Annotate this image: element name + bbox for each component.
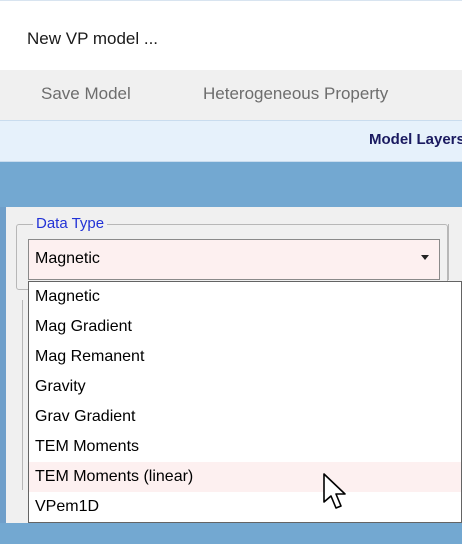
dropdown-option-magnetic[interactable]: Magnetic xyxy=(29,282,461,312)
data-type-label: Data Type xyxy=(33,215,108,232)
dropdown-option-mag-remanent[interactable]: Mag Remanent xyxy=(29,342,461,372)
dropdown-option-vpem1d[interactable]: VPem1D xyxy=(29,492,461,522)
window-titlebar: New VP model ... xyxy=(0,0,462,70)
heterogeneous-property-menu-item[interactable]: Heterogeneous Property xyxy=(203,84,388,104)
data-type-selected-value: Magnetic xyxy=(35,250,100,267)
window-title: New VP model ... xyxy=(27,29,159,48)
menubar: Save Model Heterogeneous Property xyxy=(0,70,462,120)
section-header-bar xyxy=(0,162,462,207)
tab-model-layers[interactable]: Model Layers xyxy=(369,131,462,148)
dropdown-option-mag-gradient[interactable]: Mag Gradient xyxy=(29,312,461,342)
chevron-down-icon[interactable] xyxy=(421,255,429,260)
data-type-dropdown-list[interactable]: Magnetic Mag Gradient Mag Remanent Gravi… xyxy=(28,281,462,523)
groupbox-divider xyxy=(448,224,449,280)
dropdown-option-gravity[interactable]: Gravity xyxy=(29,372,461,402)
data-type-combobox[interactable]: Magnetic xyxy=(28,239,440,280)
bottom-bar xyxy=(0,523,462,544)
save-model-menu-item[interactable]: Save Model xyxy=(41,84,131,104)
dropdown-option-tem-moments-linear[interactable]: TEM Moments (linear) xyxy=(29,462,461,492)
mouse-pointer-icon xyxy=(323,473,346,509)
tab-header: Model Layers xyxy=(0,120,462,162)
dropdown-option-tem-moments[interactable]: TEM Moments xyxy=(29,432,461,462)
dropdown-option-grav-gradient[interactable]: Grav Gradient xyxy=(29,402,461,432)
